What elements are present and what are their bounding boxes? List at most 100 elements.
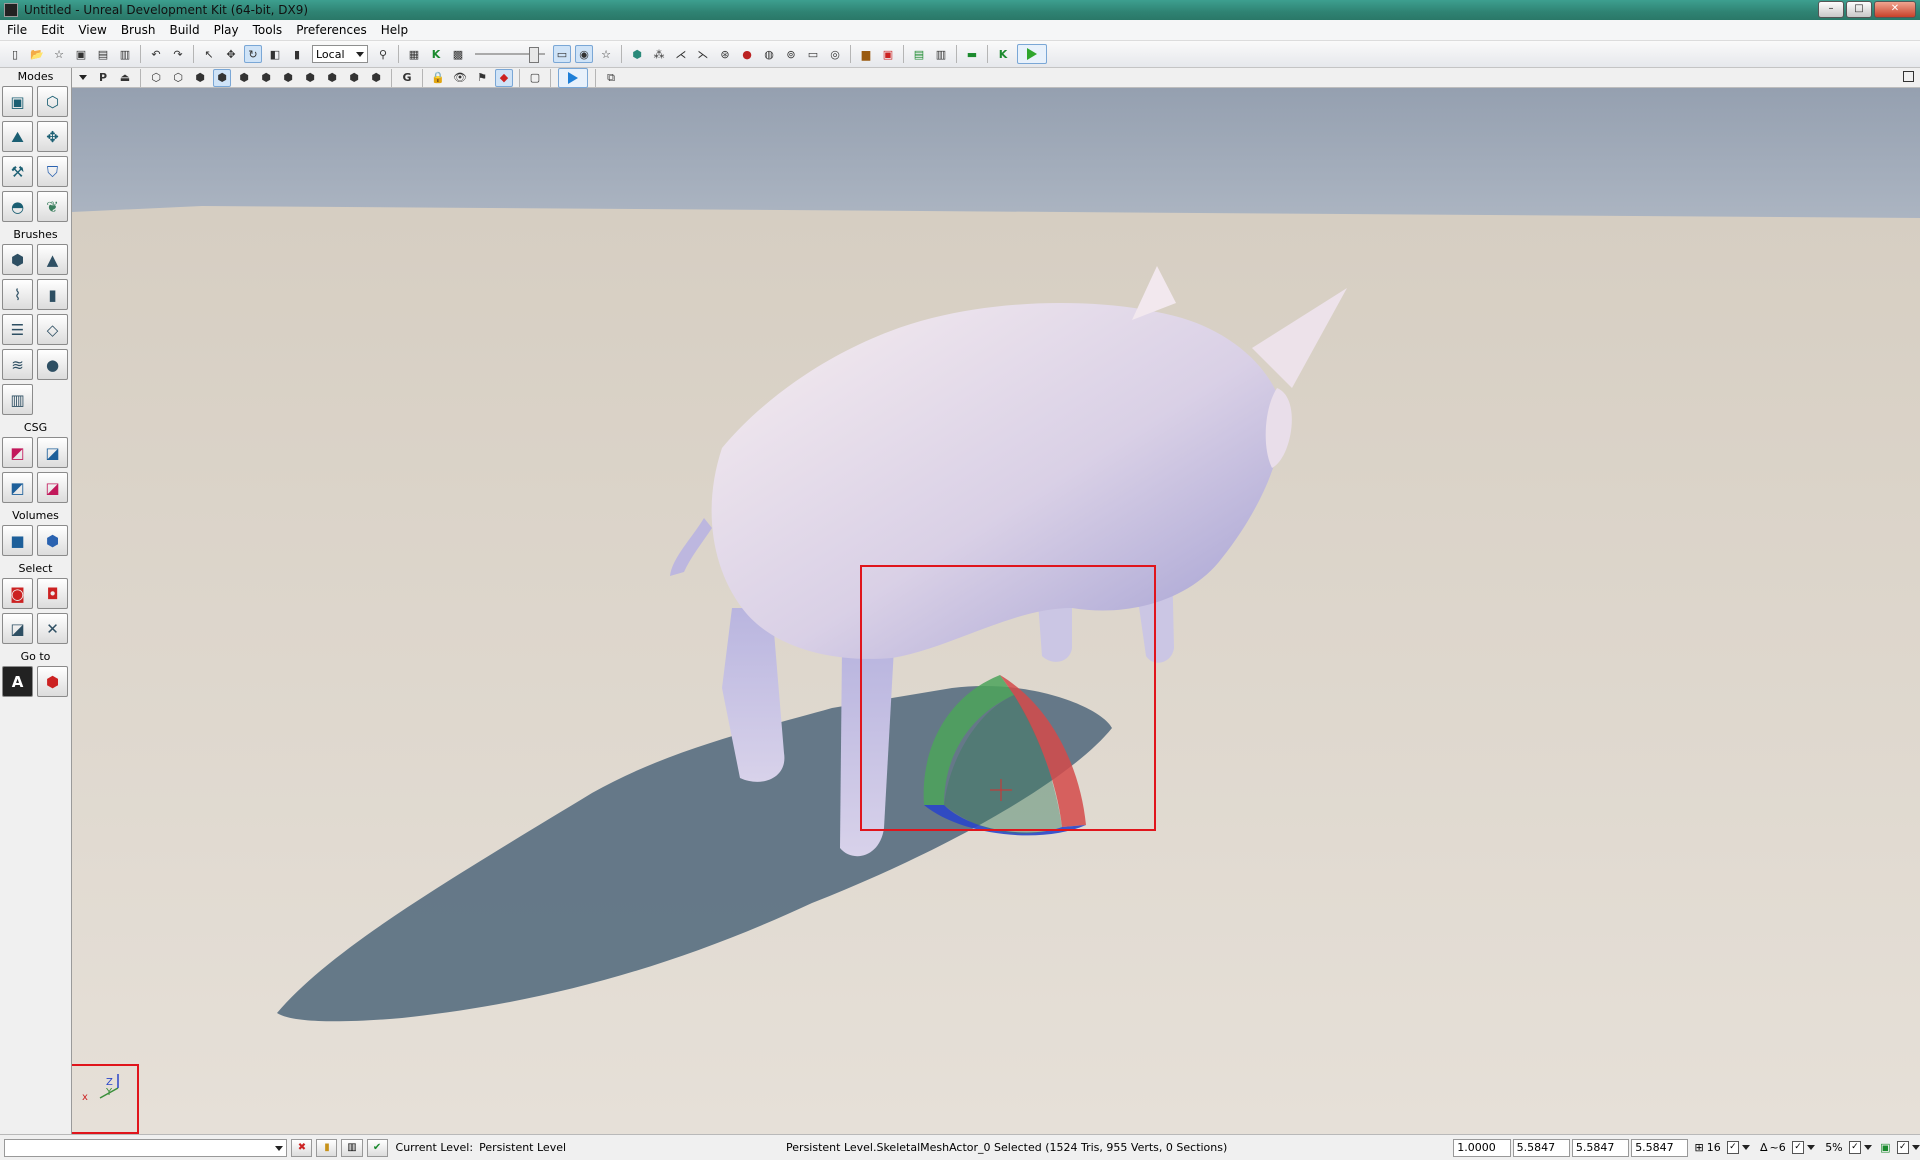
maximize-button[interactable]: □ (1846, 1, 1872, 18)
menu-tools[interactable]: Tools (246, 23, 290, 37)
kismet-play-icon[interactable]: K (994, 45, 1012, 63)
new-file-icon[interactable]: ▯ (6, 45, 24, 63)
csg-intersect-icon[interactable]: ◩ (2, 472, 33, 503)
grid-size-value[interactable]: 16 (1707, 1141, 1721, 1154)
select-mode-icon[interactable]: ↖ (200, 45, 218, 63)
geometry-mode-icon[interactable]: ⬡ (37, 86, 68, 117)
menu-file[interactable]: File (0, 23, 34, 37)
bookmark-icon[interactable]: ☆ (597, 45, 615, 63)
chevron-down-icon[interactable] (1864, 1145, 1873, 1150)
lightmass-icon[interactable]: ⊚ (782, 45, 800, 63)
camera-mode-icon[interactable]: ▣ (2, 86, 33, 117)
lighting-info-icon[interactable]: ◍ (760, 45, 778, 63)
chevron-down-icon[interactable] (1807, 1145, 1816, 1150)
save-icon[interactable]: ▣ (72, 45, 90, 63)
light-complexity-icon[interactable]: ⬢ (279, 69, 297, 87)
translate-mode-icon[interactable]: ✥ (222, 45, 240, 63)
streaming-icon[interactable]: ⚑ (473, 69, 491, 87)
undo-icon[interactable]: ↶ (147, 45, 165, 63)
grid-icon[interactable]: ⊞ (1694, 1141, 1703, 1154)
scale-mode-icon[interactable]: ◧ (266, 45, 284, 63)
shader-complexity-icon[interactable]: ⬢ (323, 69, 341, 87)
foliage-mode-icon[interactable]: ❦ (37, 191, 68, 222)
spiral-stair-brush-icon[interactable]: ≋ (2, 349, 33, 380)
maximize-viewport-icon[interactable]: ▢ (526, 69, 544, 87)
mesh-paint-icon[interactable]: ⛉ (37, 156, 68, 187)
play-on-pc-icon[interactable]: ▤ (910, 45, 928, 63)
rotation-snap-checkbox[interactable]: ✓ (1791, 1141, 1805, 1154)
scale-y-field[interactable]: 5.5847 (1571, 1138, 1630, 1157)
game-view-toggle-icon[interactable]: G (398, 69, 416, 87)
build-all-icon[interactable]: ⊛ (716, 45, 734, 63)
scale-snap-checkbox[interactable]: ✓ (1848, 1141, 1862, 1154)
goto-actor-button[interactable]: A (2, 666, 33, 697)
monitor-icon[interactable]: ▬ (963, 45, 981, 63)
level-check-icon[interactable]: ✔ (366, 1138, 388, 1157)
realtime-icon[interactable]: ◆ (495, 68, 513, 87)
unlit-icon[interactable]: ⬢ (191, 69, 209, 87)
play-in-editor-button[interactable] (1017, 44, 1047, 64)
show-selected-icon[interactable]: ◙ (2, 578, 33, 609)
record-icon[interactable]: ▣ (879, 45, 897, 63)
chevron-down-icon[interactable] (1911, 1145, 1920, 1150)
camera-lock-icon[interactable]: ⧉ (602, 69, 620, 87)
cone-brush-icon[interactable]: ▲ (37, 244, 68, 275)
lightmap-density-icon[interactable]: ⬢ (345, 69, 363, 87)
detail-lighting-icon[interactable]: ⬢ (235, 69, 253, 87)
play-in-viewport-button[interactable] (558, 67, 588, 88)
menu-brush[interactable]: Brush (114, 23, 163, 37)
wireframe-icon[interactable]: ⬡ (169, 69, 187, 87)
invert-selection-icon[interactable]: ◪ (2, 613, 33, 644)
volume-types-icon[interactable]: ⬢ (37, 525, 68, 556)
level-streaming-icon[interactable]: ⏏ (116, 69, 134, 87)
rotate-mode-icon[interactable]: ↻ (244, 45, 262, 63)
viewport-options-dropdown[interactable] (74, 70, 92, 86)
game-view-icon[interactable]: ◉ (575, 45, 593, 63)
goto-builder-brush-icon[interactable]: ⬢ (37, 666, 68, 697)
kismet-icon[interactable]: K (427, 45, 445, 63)
screen-icon[interactable]: ▭ (804, 45, 822, 63)
build-paths-icon[interactable]: ⋌ (672, 45, 690, 63)
csg-deintersect-icon[interactable]: ◪ (37, 472, 68, 503)
linear-stair-brush-icon[interactable]: ☰ (2, 314, 33, 345)
curved-stair-brush-icon[interactable]: ⌇ (2, 279, 33, 310)
volumetric-brush-icon[interactable]: ▥ (2, 384, 33, 415)
build-cover-icon[interactable]: ⋋ (694, 45, 712, 63)
redo-icon[interactable]: ↷ (169, 45, 187, 63)
camera-speed-slider[interactable] (475, 45, 545, 63)
scale-z-field[interactable]: 5.5847 (1631, 1138, 1689, 1157)
level-grid-icon[interactable]: ▥ (341, 1138, 363, 1157)
sphere-brush-icon[interactable]: ● (37, 349, 68, 380)
add-volume-icon[interactable]: ■ (2, 525, 33, 556)
scale-x-field[interactable]: 5.5847 (1512, 1138, 1570, 1157)
console-play-icon[interactable]: ▥ (932, 45, 950, 63)
cube-brush-icon[interactable]: ⬢ (2, 244, 33, 275)
slider-thumb[interactable] (529, 47, 539, 63)
menu-edit[interactable]: Edit (34, 23, 71, 37)
csg-add-icon[interactable]: ◩ (2, 437, 33, 468)
cylinder-brush-icon[interactable]: ▮ (37, 279, 68, 310)
brush-wireframe-icon[interactable]: ⬡ (147, 69, 165, 87)
drag-value-field[interactable]: 1.0000 (1453, 1138, 1511, 1157)
lock-viewport-icon[interactable]: 🔒 (429, 69, 447, 87)
csg-subtract-icon[interactable]: ◪ (37, 437, 68, 468)
build-lighting-icon[interactable]: ⁂ (650, 45, 668, 63)
rotation-snap-value[interactable]: ~6 (1770, 1141, 1786, 1154)
build-physics-icon[interactable]: ● (738, 45, 756, 63)
book-icon[interactable]: ▆ (857, 45, 875, 63)
chevron-down-icon[interactable] (1742, 1145, 1751, 1150)
texture-align-icon[interactable]: ⚒ (2, 156, 33, 187)
hide-selected-icon[interactable]: ◘ (37, 578, 68, 609)
rotation-snap-icon[interactable]: ∆ (1760, 1141, 1767, 1154)
build-geometry-icon[interactable]: ⬢ (628, 45, 646, 63)
autosave-checkbox[interactable]: ✓ (1896, 1141, 1909, 1154)
show-all-icon[interactable]: ✕ (37, 613, 68, 644)
close-button[interactable]: ✕ (1874, 1, 1916, 18)
menu-build[interactable]: Build (162, 23, 206, 37)
restore-viewport-icon[interactable] (1903, 71, 1914, 82)
minimize-button[interactable]: – (1818, 1, 1844, 18)
search-icon[interactable]: ◎ (826, 45, 844, 63)
matinee-icon[interactable]: ▩ (449, 45, 467, 63)
scale-snap-value[interactable]: 5% (1825, 1141, 1842, 1154)
realtime-preview-icon[interactable]: ▭ (553, 45, 571, 63)
